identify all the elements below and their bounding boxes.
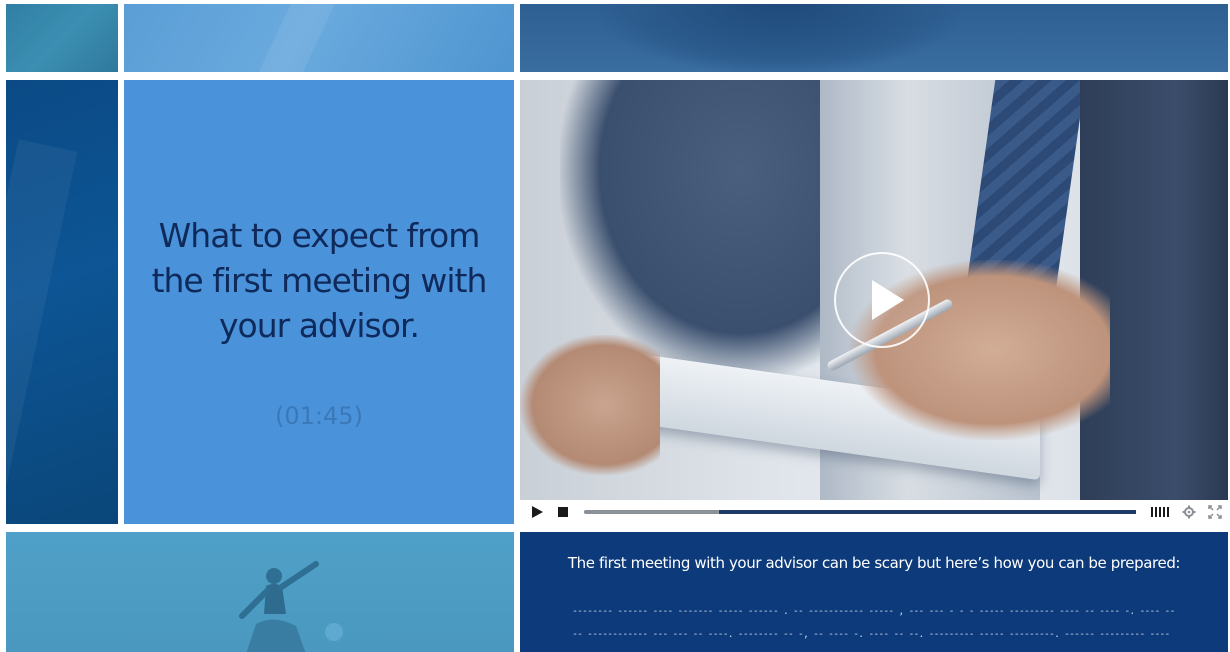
decor-tile-top-left bbox=[6, 4, 118, 72]
decor-tile-top-right bbox=[520, 4, 1228, 72]
decor-tile-left bbox=[6, 80, 118, 524]
video-play-button[interactable] bbox=[834, 252, 930, 348]
photo-suit-shape bbox=[600, 4, 960, 72]
video-control-bar bbox=[520, 500, 1228, 524]
gear-icon bbox=[1182, 505, 1196, 528]
progress-buffered bbox=[719, 510, 1136, 514]
video-progress-bar[interactable] bbox=[584, 510, 1136, 514]
hero-headline: What to expect from the first meeting wi… bbox=[151, 216, 488, 345]
progress-played bbox=[584, 510, 719, 514]
placeholder-text-line: -- ------------ --- --- -- ----. -------… bbox=[572, 629, 1176, 640]
volume-bars-icon bbox=[1150, 507, 1172, 528]
caption-panel: The first meeting with your advisor can … bbox=[520, 532, 1228, 652]
caption-text: The first meeting with your advisor can … bbox=[567, 554, 1181, 572]
video-duration: (01:45) bbox=[275, 402, 363, 430]
control-volume-button[interactable] bbox=[1150, 500, 1172, 524]
control-play-button[interactable] bbox=[530, 500, 546, 524]
photo-hand-left bbox=[520, 335, 660, 475]
control-stop-button[interactable] bbox=[556, 500, 570, 524]
placeholder-text-line: -------- ------ ---- ------- ----- -----… bbox=[572, 606, 1176, 617]
photo-child-figure bbox=[216, 554, 356, 652]
stop-icon bbox=[556, 507, 570, 528]
decor-tile-top-center bbox=[124, 4, 514, 72]
fullscreen-icon bbox=[1208, 505, 1222, 528]
hero-title-tile: What to expect from the first meeting wi… bbox=[124, 80, 514, 524]
play-icon bbox=[530, 506, 546, 528]
control-settings-button[interactable] bbox=[1182, 500, 1196, 524]
video-player[interactable] bbox=[520, 80, 1228, 500]
decor-tile-bottom-left bbox=[6, 532, 514, 652]
control-fullscreen-button[interactable] bbox=[1208, 500, 1222, 524]
